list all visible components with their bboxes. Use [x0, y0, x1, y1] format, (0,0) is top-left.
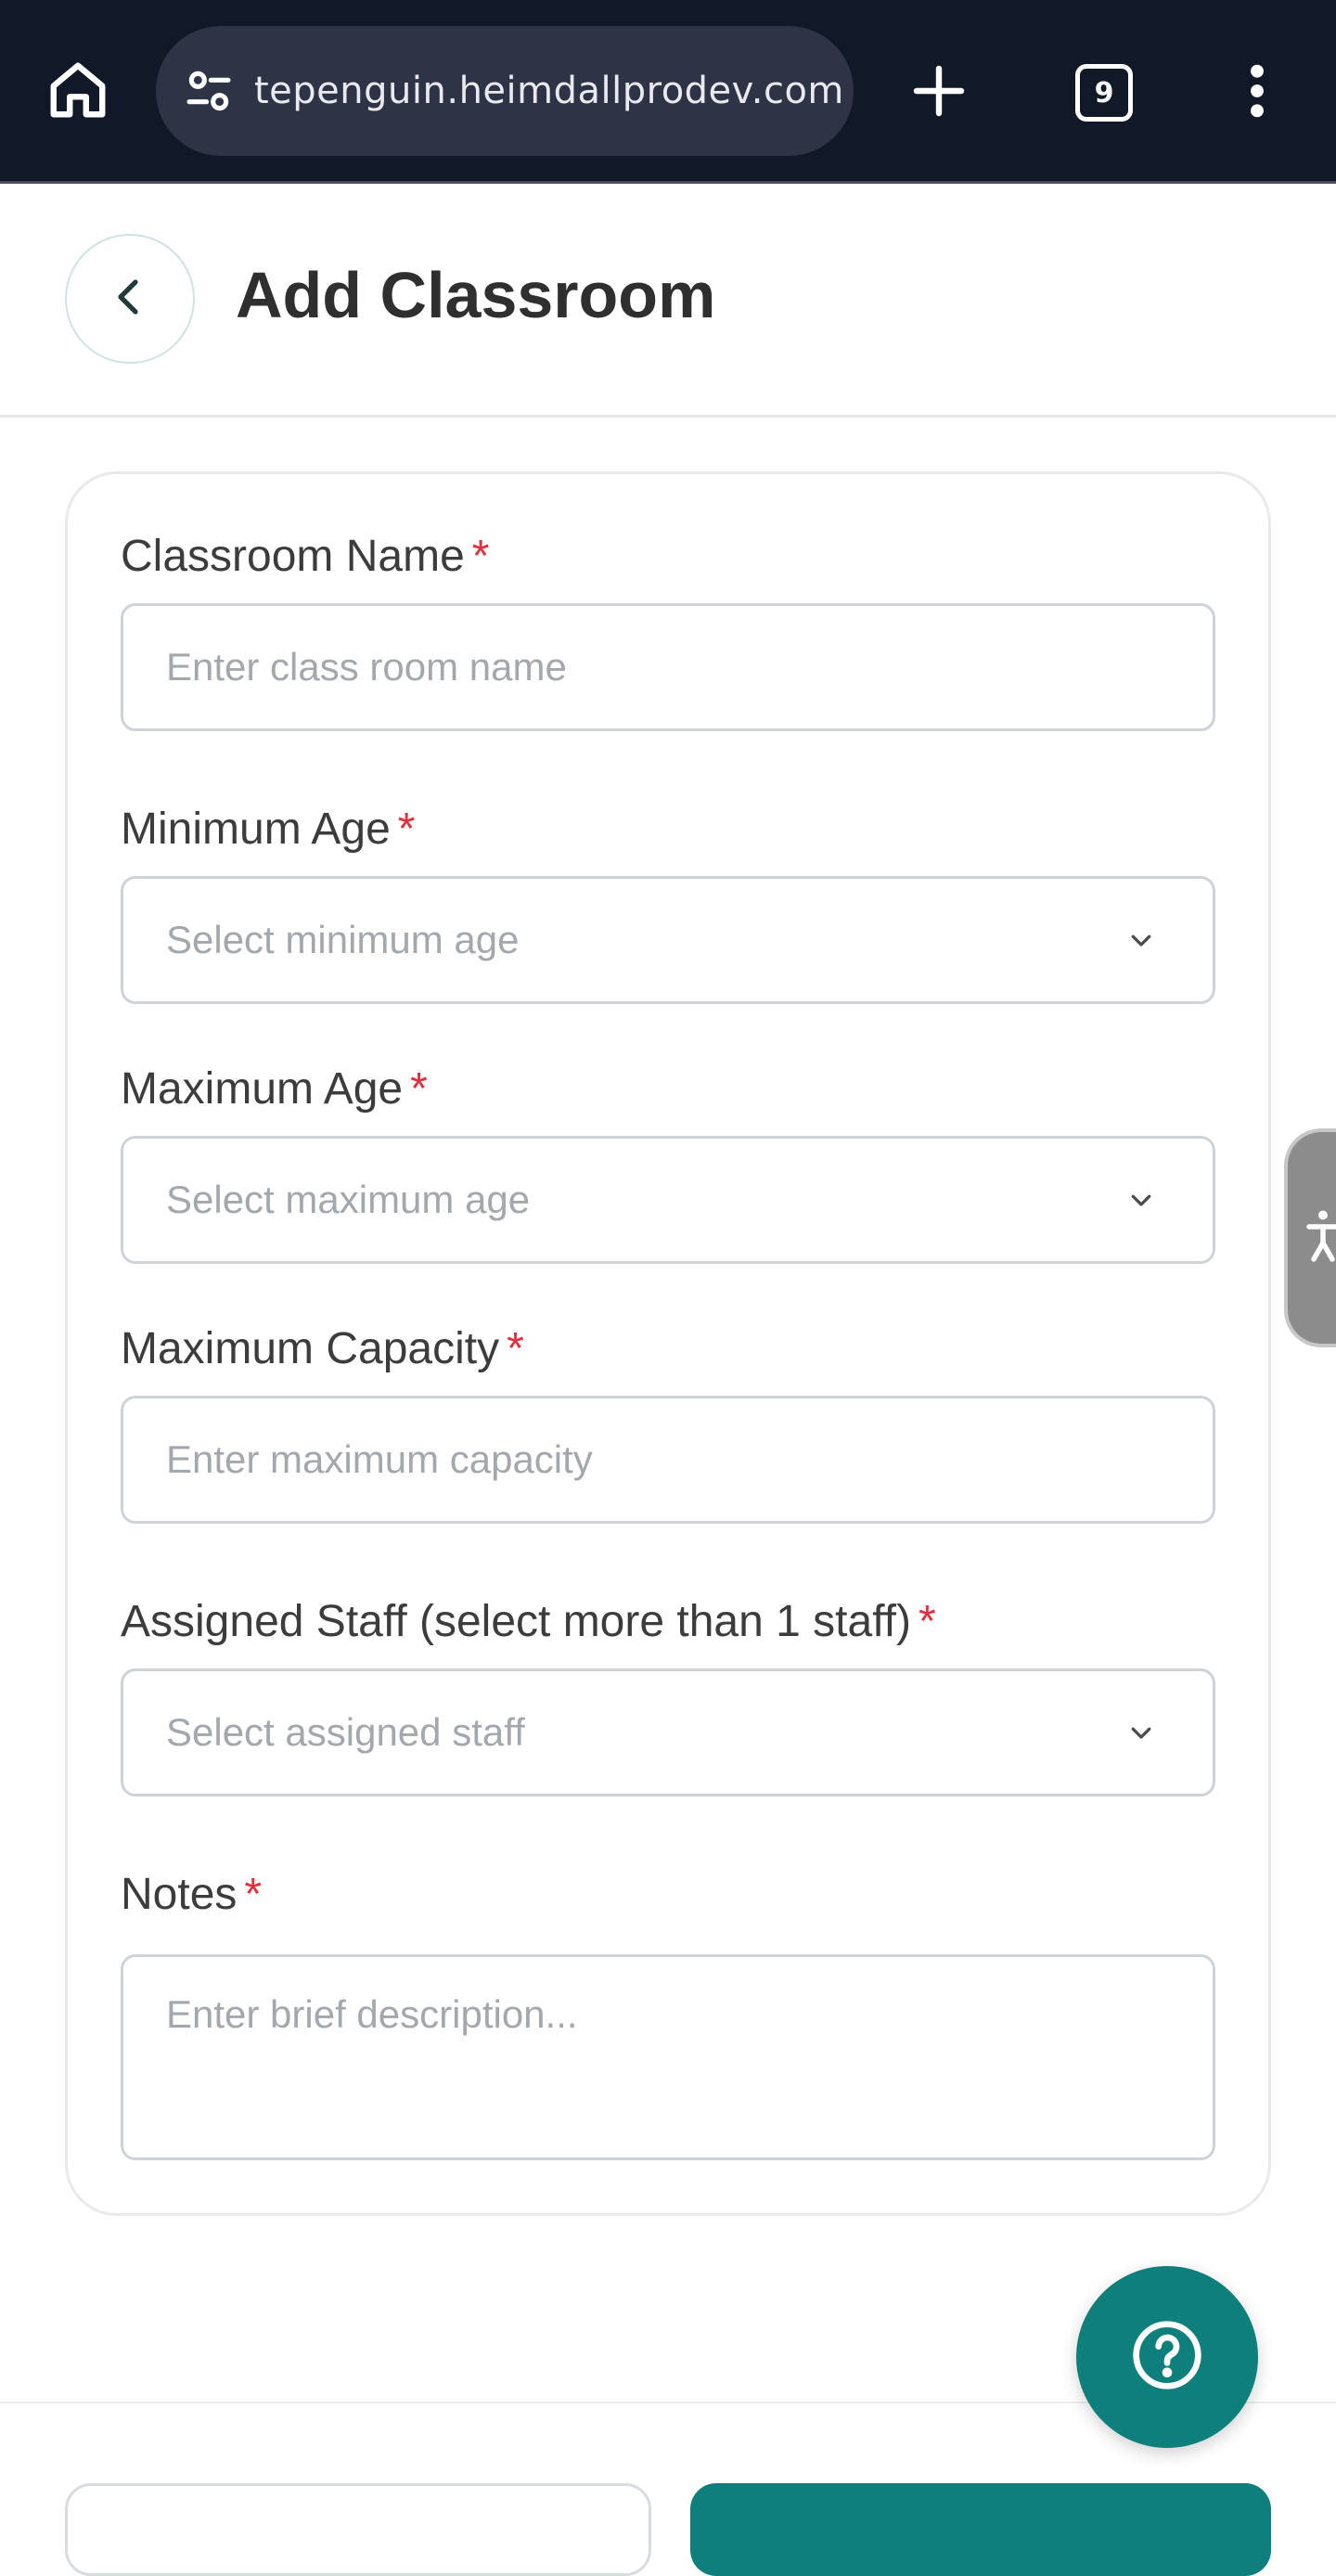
- maximum-age-placeholder: Select maximum age: [166, 1178, 531, 1221]
- assigned-staff-select[interactable]: Select assigned staff: [121, 1668, 1215, 1797]
- required-marker: *: [397, 805, 416, 854]
- minimum-age-select[interactable]: Select minimum age: [121, 876, 1215, 1004]
- home-button[interactable]: [42, 56, 114, 128]
- chevron-down-icon: [1125, 1184, 1157, 1216]
- assigned-staff-placeholder: Select assigned staff: [166, 1710, 525, 1754]
- more-vert-icon: [1248, 61, 1266, 125]
- classroom-name-label: Classroom Name *: [121, 532, 490, 581]
- required-marker: *: [507, 1324, 524, 1373]
- chevron-down-icon: [1125, 1717, 1157, 1748]
- minimum-age-placeholder: Select minimum age: [166, 918, 520, 961]
- notes-label: Notes *: [121, 1870, 263, 1919]
- save-button[interactable]: [690, 2483, 1271, 2576]
- maximum-capacity-input[interactable]: Enter maximum capacity: [121, 1396, 1215, 1524]
- maximum-age-select[interactable]: Select maximum age: [121, 1136, 1215, 1264]
- accessibility-icon: [1304, 1208, 1336, 1269]
- page-title: Add Classroom: [236, 259, 716, 331]
- browser-toolbar: tepenguin.heimdallprodev.com 9: [0, 0, 1336, 184]
- maximum-capacity-label: Maximum Capacity *: [121, 1324, 524, 1373]
- new-tab-button[interactable]: [902, 56, 976, 130]
- classroom-name-placeholder: Enter class room name: [166, 645, 567, 689]
- url-text: tepenguin.heimdallprodev.com: [254, 70, 844, 112]
- required-marker: *: [918, 1597, 936, 1646]
- site-settings-icon[interactable]: [180, 62, 238, 120]
- minimum-age-label: Minimum Age *: [121, 805, 416, 854]
- page-header: Add Classroom: [0, 184, 1336, 418]
- notes-textarea[interactable]: Enter brief description...: [121, 1954, 1215, 2160]
- accessibility-button[interactable]: [1284, 1128, 1336, 1347]
- cancel-button[interactable]: [65, 2483, 651, 2576]
- chevron-left-icon: [108, 275, 152, 324]
- required-marker: *: [410, 1064, 428, 1114]
- help-icon: [1130, 2318, 1204, 2397]
- assigned-staff-label: Assigned Staff (select more than 1 staff…: [121, 1597, 936, 1646]
- tabs-icon: 9: [1075, 64, 1133, 122]
- required-marker: *: [244, 1870, 263, 1919]
- home-icon: [45, 58, 110, 127]
- required-marker: *: [471, 532, 490, 581]
- chevron-down-icon: [1125, 924, 1157, 956]
- tab-switcher-button[interactable]: 9: [1067, 56, 1141, 130]
- address-bar[interactable]: tepenguin.heimdallprodev.com: [156, 26, 854, 156]
- notes-placeholder: Enter brief description...: [166, 1992, 578, 2036]
- browser-menu-button[interactable]: [1234, 56, 1280, 130]
- plus-icon: [909, 61, 969, 125]
- maximum-capacity-placeholder: Enter maximum capacity: [166, 1437, 593, 1481]
- help-button[interactable]: [1076, 2266, 1258, 2448]
- back-button[interactable]: [65, 234, 195, 364]
- maximum-age-label: Maximum Age *: [121, 1064, 428, 1114]
- classroom-name-input[interactable]: Enter class room name: [121, 603, 1215, 731]
